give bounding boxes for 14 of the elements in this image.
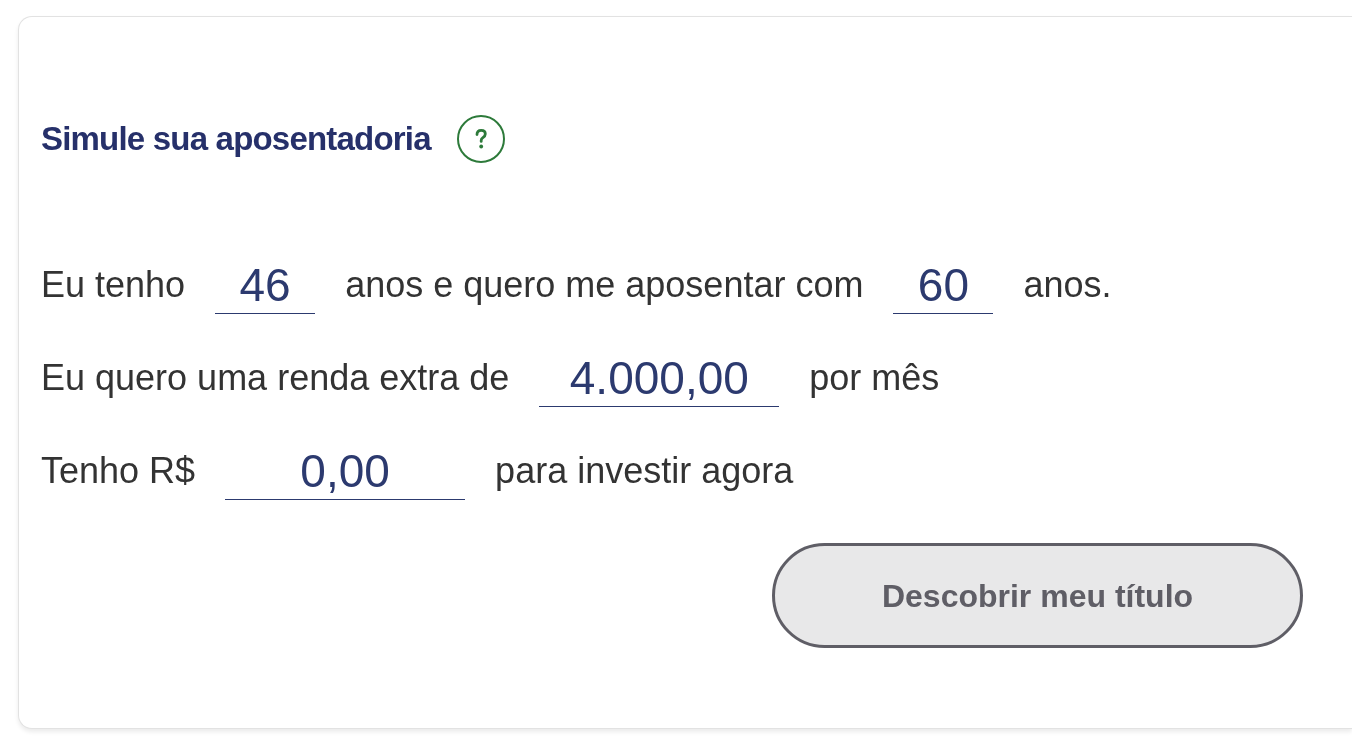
sentence-text: Eu tenho [41, 263, 186, 307]
sentence-text: Tenho R$ [41, 449, 196, 493]
sentence-text: por mês [809, 356, 940, 400]
sentence-text: anos. [1023, 263, 1112, 307]
sentence-text: para investir agora [495, 449, 794, 493]
help-icon[interactable] [456, 115, 505, 163]
input-field[interactable]: 0,00 [225, 442, 466, 500]
input-field[interactable]: 60 [893, 256, 994, 314]
card-title: Simule sua aposentadoria [41, 119, 431, 159]
sentence-text: Eu quero uma renda extra de [41, 356, 510, 400]
sentence-text: anos e quero me aposentar com [345, 263, 864, 307]
input-field[interactable]: 4.000,00 [539, 349, 780, 407]
input-field[interactable]: 46 [215, 256, 316, 314]
submit-button[interactable]: Descobrir meu título [772, 543, 1303, 648]
